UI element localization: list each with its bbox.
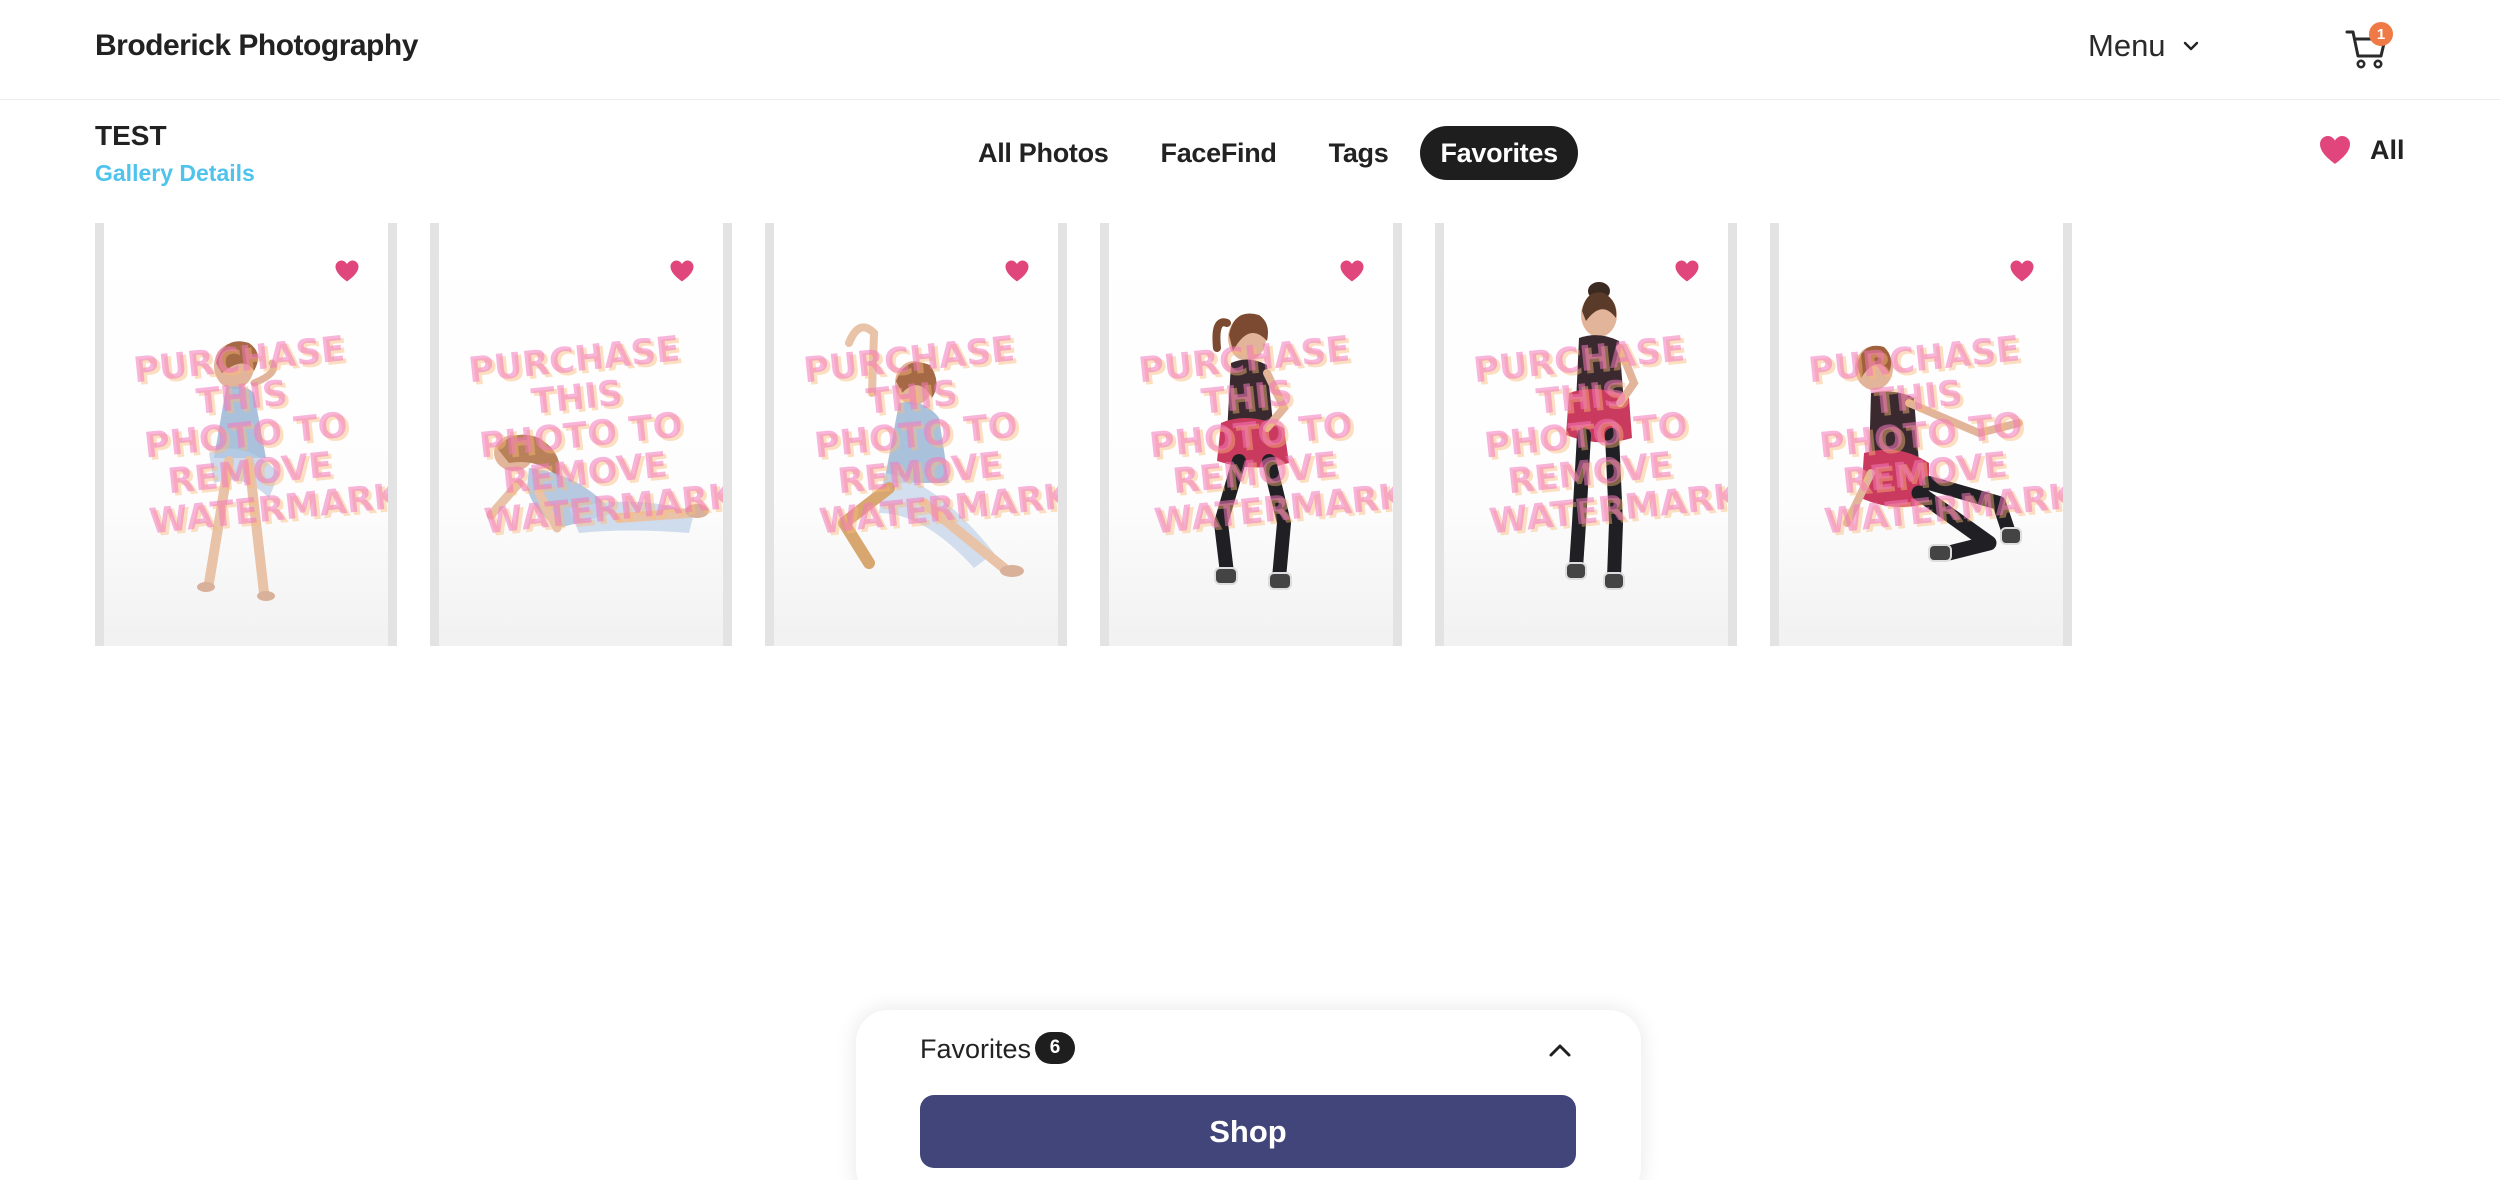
cart-button[interactable]: 1 <box>2345 22 2393 72</box>
favorite-heart-icon[interactable] <box>1339 259 1365 283</box>
photo-card[interactable]: PURCHASE THIS PHOTO TO REMOVE WATERMARK <box>1435 223 1737 646</box>
favorite-heart-icon[interactable] <box>669 259 695 283</box>
gallery-details-link[interactable]: Gallery Details <box>95 160 255 187</box>
chevron-up-icon[interactable] <box>1546 1036 1574 1064</box>
tab-facefind[interactable]: FaceFind <box>1141 126 1297 180</box>
dancer-figure <box>838 323 1024 577</box>
chevron-down-icon <box>2183 41 2198 51</box>
favorites-panel: Favorites 6 Shop <box>856 1010 1641 1180</box>
cart-count-badge: 1 <box>2369 22 2393 46</box>
favorites-count-badge: 6 <box>1035 1032 1075 1064</box>
favorite-heart-icon[interactable] <box>1004 259 1030 283</box>
photo-image: PURCHASE THIS PHOTO TO REMOVE WATERMARK <box>104 223 388 646</box>
dancer-figure <box>1212 313 1292 590</box>
photo-card[interactable]: PURCHASE THIS PHOTO TO REMOVE WATERMARK <box>430 223 732 646</box>
brand-name[interactable]: Broderick Photography <box>95 29 418 63</box>
menu-dropdown[interactable]: Menu <box>2088 28 2200 64</box>
photo-image: PURCHASE THIS PHOTO TO REMOVE WATERMARK <box>774 223 1058 646</box>
gallery-tabs: All Photos FaceFind Tags Favorites <box>958 126 1578 180</box>
photo-image: PURCHASE THIS PHOTO TO REMOVE WATERMARK <box>1444 223 1728 646</box>
favorite-heart-icon[interactable] <box>2009 259 2035 283</box>
photo-card[interactable]: PURCHASE THIS PHOTO TO REMOVE WATERMARK <box>1100 223 1402 646</box>
dancer-figure <box>1565 282 1639 590</box>
tab-favorites[interactable]: Favorites <box>1420 126 1578 180</box>
photo-image: PURCHASE THIS PHOTO TO REMOVE WATERMARK <box>1109 223 1393 646</box>
photo-card[interactable]: PURCHASE THIS PHOTO TO REMOVE WATERMARK <box>1770 223 2072 646</box>
favorites-filter-all[interactable]: All <box>2318 134 2405 166</box>
photo-card[interactable]: PURCHASE THIS PHOTO TO REMOVE WATERMARK <box>95 223 397 646</box>
dancer-figure <box>1843 345 2023 562</box>
photo-image: PURCHASE THIS PHOTO TO REMOVE WATERMARK <box>439 223 723 646</box>
favorite-heart-icon[interactable] <box>1674 259 1700 283</box>
tab-all-photos[interactable]: All Photos <box>958 126 1129 180</box>
dancer-figure <box>486 434 709 533</box>
shop-button[interactable]: Shop <box>920 1095 1576 1168</box>
gallery-title: TEST <box>95 120 167 151</box>
dancer-figure <box>197 341 279 601</box>
menu-label: Menu <box>2088 28 2166 63</box>
top-header: Broderick Photography Menu 1 <box>0 0 2500 100</box>
tab-tags[interactable]: Tags <box>1309 126 1409 180</box>
favorites-filter-label: All <box>2370 134 2405 165</box>
heart-icon <box>2320 136 2350 164</box>
photo-card[interactable]: PURCHASE THIS PHOTO TO REMOVE WATERMARK <box>765 223 1067 646</box>
photo-grid: PURCHASE THIS PHOTO TO REMOVE WATERMARK … <box>95 223 2072 646</box>
favorite-heart-icon[interactable] <box>334 259 360 283</box>
favorites-panel-title: Favorites <box>920 1034 1032 1064</box>
photo-image: PURCHASE THIS PHOTO TO REMOVE WATERMARK <box>1779 223 2063 646</box>
